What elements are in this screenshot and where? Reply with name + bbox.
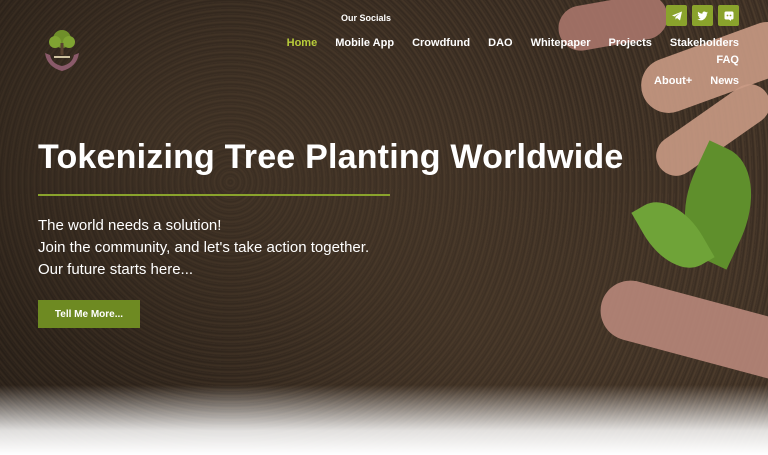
nav-mobile-app[interactable]: Mobile App (335, 37, 394, 50)
nav-news[interactable]: News (710, 75, 739, 88)
discord-button[interactable] (718, 5, 739, 26)
nav-about[interactable]: About+ (654, 75, 692, 88)
bottom-fade (0, 385, 768, 455)
twitter-icon (696, 11, 708, 20)
intro-line: Join the community, and let's take actio… (38, 239, 370, 256)
tree-hands-logo-icon (45, 30, 79, 71)
intro-line: Our future starts here... (38, 261, 194, 278)
hand-decoration (593, 273, 768, 387)
nav-home[interactable]: Home (287, 37, 318, 50)
twitter-button[interactable] (692, 5, 713, 26)
hero-intro: The world needs a solution! Join the com… (38, 215, 369, 281)
main-nav: Home Mobile App Crowdfund DAO Whitepaper… (239, 37, 739, 88)
nav-dao[interactable]: DAO (488, 37, 512, 50)
nav-projects[interactable]: Projects (608, 37, 651, 50)
nav-crowdfund[interactable]: Crowdfund (412, 37, 470, 50)
tell-me-more-button[interactable]: Tell Me More... (38, 300, 140, 328)
discord-icon (724, 11, 733, 21)
hero-section: Our Socials Home Mobile App Crowdfund DA… (0, 0, 768, 455)
socials-label: Our Socials (341, 13, 392, 23)
nav-stakeholders[interactable]: Stakeholders (670, 37, 739, 50)
nav-faq[interactable]: FAQ (716, 54, 739, 67)
telegram-button[interactable] (666, 5, 687, 26)
nav-whitepaper[interactable]: Whitepaper (531, 37, 591, 50)
hero-headline: Tokenizing Tree Planting Worldwide (38, 138, 624, 176)
social-buttons (666, 5, 739, 26)
telegram-icon (671, 11, 682, 20)
intro-line: The world needs a solution! (38, 217, 222, 234)
site-logo[interactable] (41, 27, 83, 75)
headline-divider (38, 194, 390, 196)
